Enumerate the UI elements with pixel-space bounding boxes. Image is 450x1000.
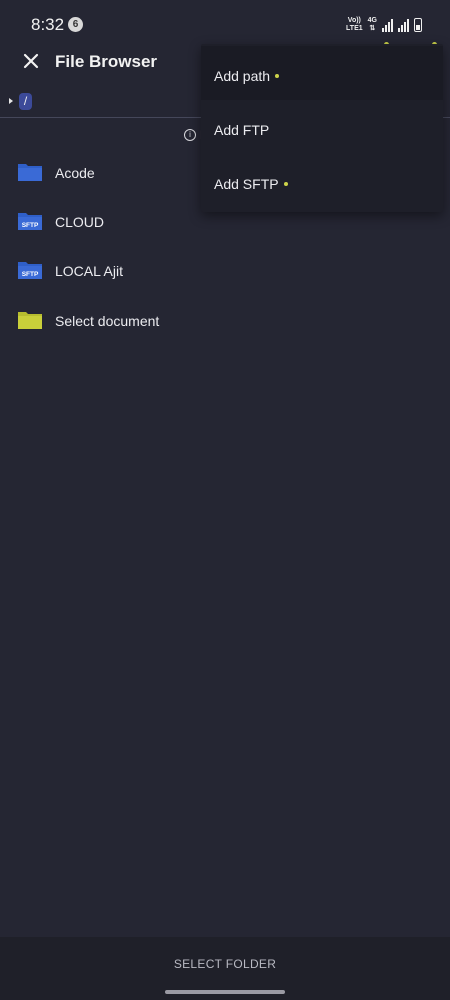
- signal-icon-2: [398, 18, 409, 32]
- menu-item-label: Add path: [214, 68, 271, 84]
- menu-item-add-path[interactable]: Add path: [201, 46, 443, 100]
- page-title: File Browser: [55, 52, 158, 71]
- signal-icon: [382, 18, 393, 32]
- menu-item-label: Add FTP: [214, 122, 270, 138]
- list-item-label: CLOUD: [55, 214, 105, 230]
- info-icon: i: [184, 129, 196, 141]
- notification-count-badge: 6: [68, 17, 83, 32]
- list-item-label: LOCAL Ajit: [55, 263, 123, 279]
- add-menu: Add path Add FTP Add SFTP: [201, 44, 443, 212]
- menu-item-add-ftp[interactable]: Add FTP: [201, 100, 443, 154]
- close-icon[interactable]: [20, 50, 42, 72]
- home-indicator[interactable]: [165, 990, 285, 994]
- svg-text:SFTP: SFTP: [22, 271, 39, 278]
- list-item-local-ajit[interactable]: SFTP LOCAL Ajit: [0, 248, 450, 296]
- folder-icon: [18, 312, 42, 329]
- menu-item-label: Add SFTP: [214, 176, 279, 192]
- sftp-folder-icon: SFTP: [18, 262, 42, 279]
- sftp-folder-icon: SFTP: [18, 213, 42, 230]
- network-type-indicator: 4G ⇅: [367, 17, 377, 32]
- breadcrumb-root[interactable]: /: [19, 93, 32, 110]
- menu-item-add-sftp[interactable]: Add SFTP: [201, 154, 443, 208]
- status-icons: Vo)) LTE1 4G ⇅: [346, 15, 422, 35]
- folder-icon: [18, 164, 42, 181]
- list-item-label: Acode: [55, 165, 95, 181]
- breadcrumb-arrow-icon: [9, 98, 13, 104]
- list-item-label: Select document: [55, 313, 160, 329]
- list-item-select-document[interactable]: Select document: [0, 298, 450, 346]
- status-time: 8:32: [31, 15, 65, 34]
- battery-icon: [414, 18, 422, 32]
- volte-indicator: Vo)) LTE1: [346, 17, 363, 32]
- bottom-bar: SELECT FOLDER: [0, 937, 450, 1000]
- select-folder-button[interactable]: SELECT FOLDER: [0, 957, 450, 971]
- svg-text:SFTP: SFTP: [22, 222, 39, 229]
- new-indicator-dot: [283, 182, 288, 186]
- new-indicator-dot: [275, 74, 280, 78]
